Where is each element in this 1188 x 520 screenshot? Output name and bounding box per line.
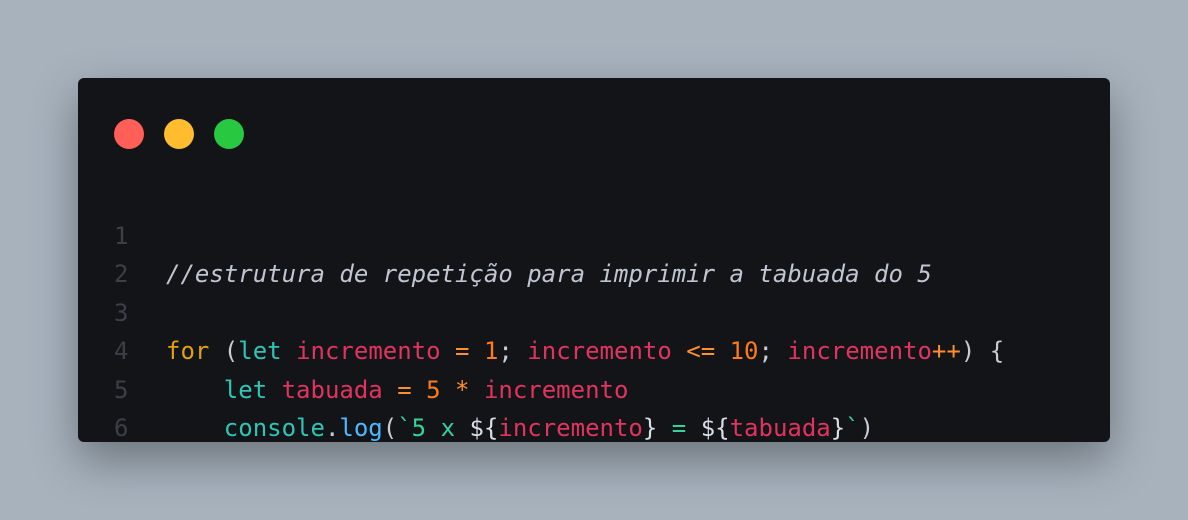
code-token: log [339, 414, 383, 442]
code-token: } [642, 414, 658, 442]
code-token: . [324, 414, 340, 442]
code-token: console [223, 414, 325, 442]
code-line: 3 for (let incremento = 1; incremento <=… [78, 255, 1110, 366]
window-controls [114, 119, 244, 149]
code-token: ( [382, 414, 398, 442]
code-token: ) [859, 414, 875, 442]
code-token: ` [845, 414, 860, 442]
code-token: = [657, 414, 701, 442]
code-line: 4 let tabuada = 5 * incremento [78, 294, 1110, 404]
close-dot-icon[interactable] [114, 119, 144, 149]
code-line: 1 //estrutura de repetição para imprimir… [78, 178, 1110, 289]
minimize-dot-icon[interactable] [164, 119, 194, 149]
line-content: console.log(`5 x ${incremento} = ${tabua… [166, 409, 874, 442]
code-token: } [830, 414, 846, 442]
code-window: 1 //estrutura de repetição para imprimir… [78, 78, 1110, 442]
code-token: ${ [469, 414, 499, 442]
code-block: 1 //estrutura de repetição para imprimir… [78, 178, 1110, 443]
code-token: `5 x [397, 414, 470, 442]
maximize-dot-icon[interactable] [214, 119, 244, 149]
code-line: 5 console.log(`5 x ${incremento} = ${tab… [78, 332, 1110, 443]
code-token: incremento [498, 414, 643, 442]
code-line: 6 } [78, 371, 1110, 442]
line-number: 6 [114, 414, 129, 442]
code-token: ${ [700, 414, 730, 442]
code-line: 2 [78, 217, 1110, 288]
code-token: tabuada [729, 414, 831, 442]
